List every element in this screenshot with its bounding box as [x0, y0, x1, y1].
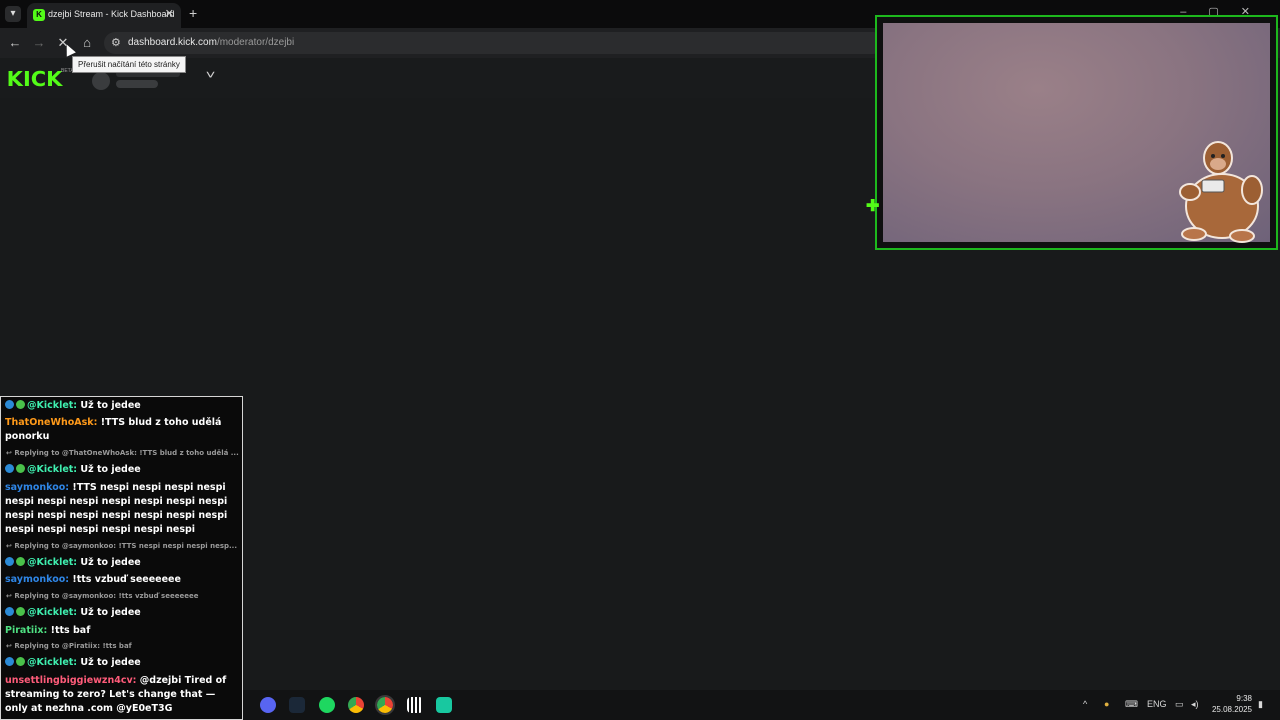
chat-message: unsettlingbiggiewzn4cv: @dzejbi Tired of…	[5, 675, 227, 714]
bot-badge-icon	[5, 607, 14, 616]
kick-logo[interactable]: KICK	[7, 67, 63, 91]
verified-badge-icon	[16, 400, 25, 409]
reply-line: ↩ Replying to @saymonkoo: !tts vzbuď see…	[6, 592, 199, 600]
subtitle-skeleton	[116, 80, 158, 88]
chat-message: @Kicklet: Už to jedee	[5, 463, 241, 477]
forward-button[interactable]: →	[31, 35, 47, 51]
volume-icon[interactable]: ◂)	[1191, 699, 1199, 710]
discord-icon[interactable]	[260, 697, 276, 713]
reply-line: ↩ Replying to @ThatOneWhoAsk: !TTS blud …	[6, 449, 239, 457]
back-button[interactable]: ←	[7, 35, 23, 51]
tray-chevron-icon[interactable]: ^	[1083, 699, 1087, 709]
verified-badge-icon	[16, 464, 25, 473]
chat-overlay: @Kicklet: Už to jedee ThatOneWhoAsk: !TT…	[0, 396, 243, 720]
tab-close-icon[interactable]: ✕	[165, 7, 174, 20]
notifications-icon[interactable]: ▮	[1258, 699, 1263, 710]
active-tab[interactable]: K dzejbi Stream - Kick Dashboard ✕	[27, 3, 181, 28]
site-info-icon[interactable]: ⚙	[111, 36, 121, 49]
kick-favicon-icon: K	[33, 9, 45, 21]
tab-search-button[interactable]: ▾	[5, 6, 21, 22]
keyboard-icon[interactable]: ⌨	[1125, 699, 1138, 710]
clock[interactable]: 9:38 25.08.2025	[1206, 693, 1252, 715]
verified-badge-icon	[16, 557, 25, 566]
chat-message: @Kicklet: Už to jedee	[5, 606, 241, 620]
microphone-icon[interactable]: ●	[1104, 699, 1109, 709]
reply-line: ↩ Replying to @saymonkoo: !TTS nespi nes…	[6, 542, 237, 550]
url-text[interactable]: dashboard.kick.com/moderator/dzejbi	[128, 37, 294, 48]
new-tab-button[interactable]: +	[189, 5, 197, 21]
verified-badge-icon	[16, 657, 25, 666]
chat-message: @Kicklet: Už to jedee	[5, 656, 241, 670]
network-icon[interactable]: ▭	[1175, 699, 1184, 710]
spotify-icon[interactable]	[319, 697, 335, 713]
reply-line: ↩ Replying to @Piratiix: !tts baf	[6, 642, 132, 650]
chat-message: Piratiix: !tts baf	[5, 625, 91, 636]
taskbar: ^ ● ⌨ ENG ▭ ◂) 9:38 25.08.2025 ▮	[243, 690, 1280, 720]
chat-message: saymonkoo: !TTS nespi nespi nespi nespi …	[5, 482, 228, 535]
chevron-down-icon[interactable]: ˅	[206, 68, 216, 82]
audio-app-icon[interactable]	[407, 697, 423, 713]
language-indicator[interactable]: ENG	[1147, 699, 1167, 709]
home-button[interactable]: ⌂	[79, 35, 95, 51]
gorilla-mascot-icon	[1179, 141, 1263, 243]
bot-badge-icon	[5, 557, 14, 566]
chat-message: saymonkoo: !tts vzbuď seeeeeee	[5, 574, 181, 585]
chrome-icon[interactable]	[348, 697, 364, 713]
chat-message: @Kicklet: Už to jedee	[5, 399, 241, 413]
bot-badge-icon	[5, 464, 14, 473]
steam-icon[interactable]	[289, 697, 305, 713]
bot-badge-icon	[5, 657, 14, 666]
avatar-skeleton	[92, 72, 110, 90]
address-bar[interactable]: ⚙ dashboard.kick.com/moderator/dzejbi	[104, 32, 884, 54]
tab-title: dzejbi Stream - Kick Dashboard	[48, 9, 175, 19]
app-icon[interactable]	[436, 697, 452, 713]
verified-badge-icon	[16, 607, 25, 616]
plus-icon: ✚	[866, 198, 880, 215]
chat-message: @Kicklet: Už to jedee	[5, 556, 241, 570]
chat-message: ThatOneWhoAsk: !TTS blud z toho udělá po…	[5, 417, 222, 442]
stop-tooltip: Přerušit načítání této stránky	[72, 56, 186, 73]
chrome-active-icon[interactable]	[375, 695, 395, 715]
bot-badge-icon	[5, 400, 14, 409]
